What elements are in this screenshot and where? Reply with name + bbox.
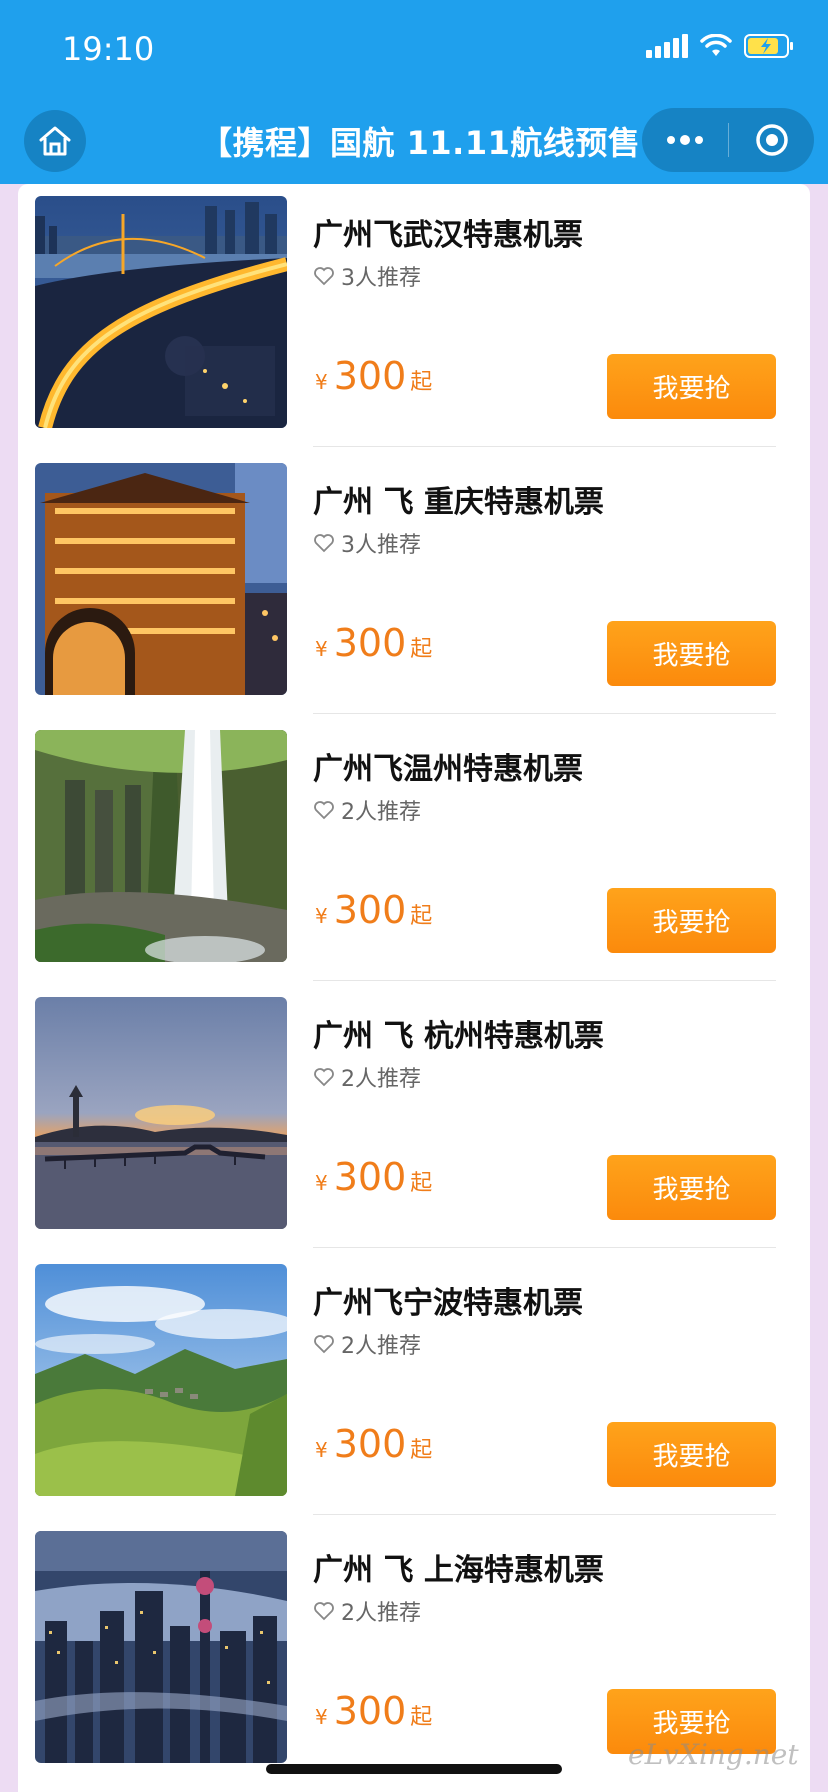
heart-icon xyxy=(314,1602,334,1621)
price-suffix: 起 xyxy=(410,370,433,395)
price-value: 300 xyxy=(333,888,407,932)
price: ¥ 300 起 xyxy=(315,354,432,398)
heart-icon xyxy=(314,1335,334,1354)
ningbo-mountain-image xyxy=(35,1264,287,1496)
list-item[interactable]: 广州飞宁波特惠机票 2人推荐 ¥ 300 起 我要抢 xyxy=(18,1252,810,1519)
currency-symbol: ¥ xyxy=(315,1438,328,1462)
chongqing-image xyxy=(35,463,287,695)
mini-program-capsule xyxy=(642,108,814,172)
price: ¥ 300 起 xyxy=(315,1155,432,1199)
currency-symbol: ¥ xyxy=(315,1171,328,1195)
currency-symbol: ¥ xyxy=(315,1705,328,1729)
price-suffix: 起 xyxy=(410,637,433,662)
target-icon xyxy=(755,124,788,156)
item-title[interactable]: 广州 飞 重庆特惠机票 xyxy=(313,477,604,521)
grab-button[interactable]: 我要抢 xyxy=(607,1155,776,1220)
page-title: 【携程】国航 11.11航线预售 xyxy=(200,124,641,162)
status-icons xyxy=(646,34,794,58)
price-value: 300 xyxy=(333,1155,407,1199)
divider xyxy=(313,1514,776,1515)
currency-symbol: ¥ xyxy=(315,637,328,661)
watermark: eLvXing.net xyxy=(628,1738,799,1771)
list-item[interactable]: 广州 飞 杭州特惠机票 2人推荐 ¥ 300 起 我要抢 xyxy=(18,985,810,1252)
heart-icon xyxy=(314,801,334,820)
divider xyxy=(313,446,776,447)
likes-label: 3人推荐 xyxy=(341,533,421,558)
price-value: 300 xyxy=(333,354,407,398)
price-suffix: 起 xyxy=(410,1705,433,1730)
heart-icon xyxy=(314,1068,334,1087)
divider xyxy=(313,980,776,981)
divider xyxy=(313,1247,776,1248)
likes-count: 3人推荐 xyxy=(313,260,421,292)
likes-count: 2人推荐 xyxy=(313,1595,421,1627)
shanghai-skyline-image xyxy=(35,1531,287,1763)
more-dots-icon xyxy=(667,135,703,145)
wenzhou-waterfall-image xyxy=(35,730,287,962)
item-title[interactable]: 广州飞温州特惠机票 xyxy=(313,744,583,788)
thumbnail-wuhan[interactable] xyxy=(35,196,287,428)
hangzhou-lake-image xyxy=(35,997,287,1229)
more-button[interactable] xyxy=(642,108,728,172)
thumbnail-shanghai[interactable] xyxy=(35,1531,287,1763)
item-title[interactable]: 广州 飞 上海特惠机票 xyxy=(313,1545,604,1589)
list-item[interactable]: 广州飞温州特惠机票 2人推荐 ¥ 300 起 我要抢 xyxy=(18,718,810,985)
price-value: 300 xyxy=(333,1422,407,1466)
signal-icon xyxy=(646,34,688,58)
likes-label: 3人推荐 xyxy=(341,266,421,291)
item-title[interactable]: 广州飞宁波特惠机票 xyxy=(313,1278,583,1322)
wuhan-bridge-image xyxy=(35,196,287,428)
price-suffix: 起 xyxy=(410,1171,433,1196)
item-title[interactable]: 广州 飞 杭州特惠机票 xyxy=(313,1011,604,1055)
likes-count: 2人推荐 xyxy=(313,1328,421,1360)
close-button[interactable] xyxy=(729,108,814,172)
flight-deal-list: 广州飞武汉特惠机票 3人推荐 ¥ 300 起 我要抢 广州 飞 重庆特惠机票 3… xyxy=(18,184,810,1792)
home-icon xyxy=(39,126,71,156)
likes-label: 2人推荐 xyxy=(341,1067,421,1092)
currency-symbol: ¥ xyxy=(315,904,328,928)
likes-count: 2人推荐 xyxy=(313,794,421,826)
heart-icon xyxy=(314,267,334,286)
price: ¥ 300 起 xyxy=(315,888,432,932)
thumbnail-wenzhou[interactable] xyxy=(35,730,287,962)
heart-icon xyxy=(314,534,334,553)
thumbnail-chongqing[interactable] xyxy=(35,463,287,695)
home-button[interactable] xyxy=(24,110,86,172)
price: ¥ 300 起 xyxy=(315,621,432,665)
list-item[interactable]: 广州 飞 重庆特惠机票 3人推荐 ¥ 300 起 我要抢 xyxy=(18,451,810,718)
grab-button[interactable]: 我要抢 xyxy=(607,354,776,419)
thumbnail-hangzhou[interactable] xyxy=(35,997,287,1229)
likes-label: 2人推荐 xyxy=(341,800,421,825)
currency-symbol: ¥ xyxy=(315,370,328,394)
price-value: 300 xyxy=(333,1689,407,1733)
price-suffix: 起 xyxy=(410,904,433,929)
price-value: 300 xyxy=(333,621,407,665)
wifi-icon xyxy=(700,34,732,56)
grab-button[interactable]: 我要抢 xyxy=(607,621,776,686)
top-bar: 19:10 【携程】国航 11.11航线预售 xyxy=(0,0,828,184)
thumbnail-ningbo[interactable] xyxy=(35,1264,287,1496)
likes-label: 2人推荐 xyxy=(341,1601,421,1626)
grab-button[interactable]: 我要抢 xyxy=(607,1422,776,1487)
price: ¥ 300 起 xyxy=(315,1689,432,1733)
home-indicator[interactable] xyxy=(266,1764,562,1774)
likes-count: 3人推荐 xyxy=(313,527,421,559)
likes-label: 2人推荐 xyxy=(341,1334,421,1359)
status-time: 19:10 xyxy=(62,30,155,68)
battery-icon xyxy=(744,34,793,58)
price-suffix: 起 xyxy=(410,1438,433,1463)
list-item[interactable]: 广州飞武汉特惠机票 3人推荐 ¥ 300 起 我要抢 xyxy=(18,184,810,451)
item-title[interactable]: 广州飞武汉特惠机票 xyxy=(313,210,583,254)
grab-button[interactable]: 我要抢 xyxy=(607,888,776,953)
price: ¥ 300 起 xyxy=(315,1422,432,1466)
likes-count: 2人推荐 xyxy=(313,1061,421,1093)
divider xyxy=(313,713,776,714)
